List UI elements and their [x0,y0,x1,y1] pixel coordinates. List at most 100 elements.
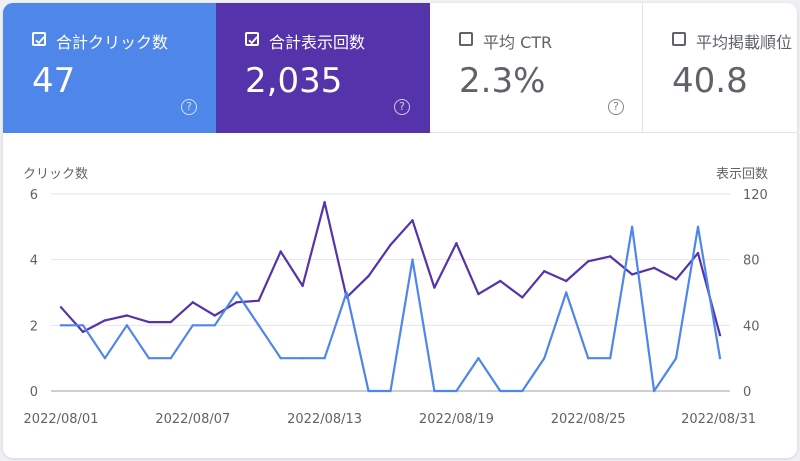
help-icon[interactable]: ? [608,99,624,115]
y-left-tick-label: 0 [30,385,38,400]
metric-tile-clicks[interactable]: 合計クリック数 47 ? [3,3,216,133]
metric-label-ctr: 平均 CTR [483,33,553,52]
data-point-impressions [213,314,216,317]
data-point-clicks [587,356,590,360]
y-right-tick-label: 120 [743,188,768,203]
data-point-impressions [433,286,436,289]
data-point-impressions [191,301,194,304]
series-line-impressions [60,201,722,336]
y-right-tick-label: 40 [743,319,760,334]
x-tick-label: 2022/08/19 [419,412,494,427]
data-point-impressions [147,320,151,324]
metric-value-position: 40.8 [672,61,748,101]
y-axis-right-title: 表示回数 [716,167,769,182]
data-point-clicks [147,356,151,360]
data-point-impressions [125,314,129,317]
performance-card: 合計クリック数 47 ? 合計表示回数 2,035 ? 平均 CTR 2.3% … [3,3,797,458]
data-point-clicks [630,225,634,229]
data-point-impressions [81,330,85,334]
metric-tile-ctr[interactable]: 平均 CTR 2.3% ? [430,3,643,133]
data-point-impressions [235,301,238,304]
checkbox-checked-icon[interactable] [245,32,259,46]
data-point-clicks [279,356,282,360]
data-point-impressions [652,266,656,270]
data-point-impressions [521,296,524,299]
data-point-impressions [674,278,678,281]
checkbox-checked-icon[interactable] [32,32,46,46]
data-point-clicks [103,356,107,360]
data-point-impressions [103,319,107,322]
help-icon[interactable]: ? [181,99,197,115]
y-left-tick-label: 6 [30,188,38,203]
metric-label-clicks: 合計クリック数 [56,33,169,52]
data-point-impressions [608,255,612,258]
metric-value-clicks: 47 [32,61,76,101]
x-tick-label: 2022/08/31 [681,412,756,427]
data-point-clicks [235,291,238,294]
x-tick-label: 2022/08/01 [24,412,99,427]
data-point-clicks [455,389,458,393]
x-tick-label: 2022/08/13 [287,412,362,427]
metric-value-impressions: 2,035 [245,61,343,101]
data-point-impressions [301,284,304,288]
data-point-impressions [257,299,260,302]
data-point-clicks [433,389,436,393]
data-point-impressions [630,273,634,276]
metric-tile-impressions[interactable]: 合計表示回数 2,035 ? [216,3,430,133]
data-point-impressions [169,320,173,324]
data-point-clicks [652,389,656,393]
data-point-clicks [213,324,216,327]
data-point-clicks [191,324,194,327]
data-point-clicks [367,389,370,393]
data-point-impressions [477,292,480,296]
data-point-clicks [345,291,348,294]
data-point-clicks [674,356,678,360]
data-point-impressions [587,260,590,263]
data-point-impressions [411,219,414,222]
data-point-clicks [696,225,700,229]
x-tick-label: 2022/08/25 [551,412,626,427]
data-point-impressions [389,243,392,247]
metric-tiles: 合計クリック数 47 ? 合計表示回数 2,035 ? 平均 CTR 2.3% … [3,3,797,133]
data-point-clicks [169,356,173,360]
y-right-tick-label: 0 [743,385,751,400]
data-point-clicks [521,389,524,393]
data-point-clicks [301,356,304,360]
data-point-impressions [367,274,370,278]
data-point-impressions [718,333,722,337]
metric-label-position: 平均掲載順位 [696,33,793,52]
help-icon[interactable]: ? [394,99,410,115]
data-point-clicks [411,258,414,261]
metric-tile-position[interactable]: 平均掲載順位 40.8 [643,3,797,133]
data-point-impressions [696,251,700,255]
data-point-impressions [59,306,63,309]
data-point-clicks [81,324,85,327]
data-point-impressions [323,201,326,204]
data-point-clicks [565,291,568,294]
y-right-tick-label: 80 [743,254,760,269]
checkbox-unchecked-icon[interactable] [672,32,686,46]
checkbox-unchecked-icon[interactable] [459,32,473,46]
x-tick-label: 2022/08/07 [155,412,230,427]
y-axis-left-title: クリック数 [23,167,89,182]
data-point-clicks [543,356,546,360]
data-point-clicks [125,324,129,327]
data-point-clicks [389,389,392,393]
performance-chart: クリック数 表示回数 0 2 4 6 0 40 80 120 2022/08/01 2022/08… [3,133,797,458]
data-point-clicks [59,324,63,327]
data-point-impressions [565,279,568,283]
data-point-impressions [499,279,502,283]
y-left-tick-label: 2 [30,319,38,334]
data-point-clicks [608,356,612,360]
data-point-clicks [718,356,722,360]
data-point-impressions [455,242,458,245]
y-left-tick-label: 4 [30,254,38,269]
metric-label-impressions: 合計表示回数 [269,33,366,52]
data-point-clicks [257,324,260,327]
data-point-impressions [543,269,546,273]
data-point-clicks [499,389,502,393]
series-line-clicks [61,225,722,393]
chart-canvas: 0 2 4 6 0 40 80 120 2022/08/01 2022/08/07 2022/08/… [24,188,768,427]
data-point-clicks [323,356,326,360]
metric-value-ctr: 2.3% [459,61,546,101]
